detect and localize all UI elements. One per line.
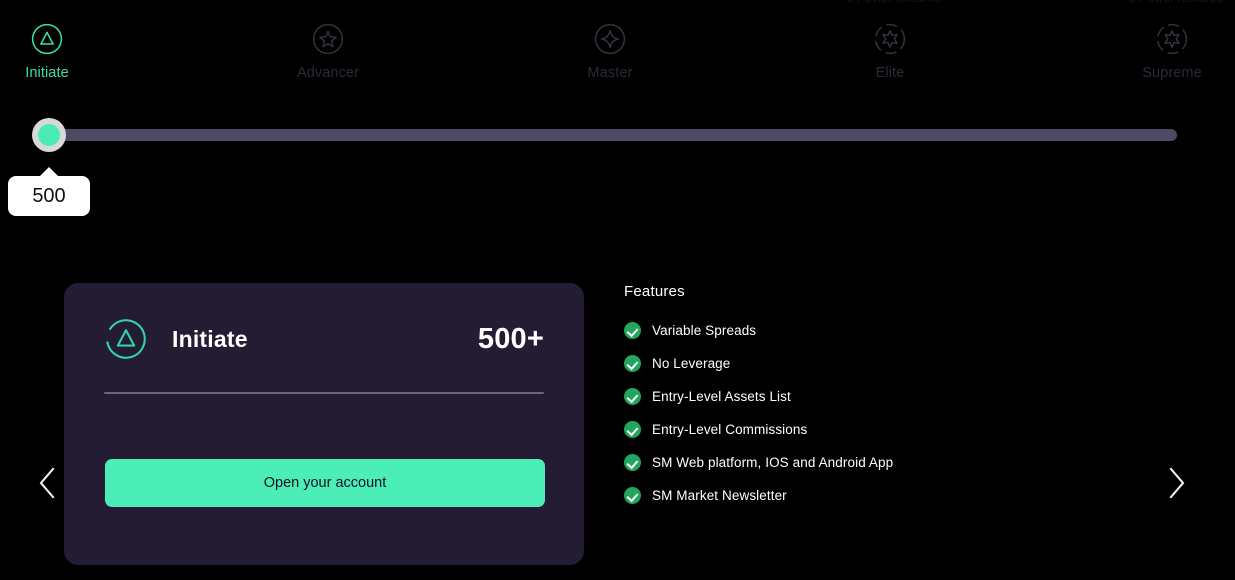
slider-track[interactable] [49,129,1177,141]
feature-label: No Leverage [652,356,731,371]
tier-label: Supreme [1142,65,1202,81]
slider-thumb[interactable] [32,118,66,152]
six-star-in-dashed-circle-icon [873,22,907,56]
slider-value-tooltip: 500 [8,167,90,216]
feature-row: Entry-Level Commissions [624,413,1144,446]
plan-name: Initiate [172,325,248,352]
open-account-button[interactable]: Open your account [105,459,545,507]
tier-power-note-supreme: +8 Power features [1042,0,1235,5]
chevron-left-icon[interactable] [26,460,70,506]
check-circle-icon [624,487,641,504]
plan-card: Initiate 500+ [64,283,584,565]
triangle-in-circle-icon [30,22,64,56]
feature-label: SM Web platform, IOS and Android App [652,455,894,470]
tier-item-supreme[interactable]: Supreme [1092,22,1235,81]
tier-label: Elite [875,65,905,81]
check-circle-icon [624,388,641,405]
feature-row: SM Market Newsletter [624,479,1144,512]
tier-item-advancer[interactable]: Advancer [248,22,408,81]
feature-label: Variable Spreads [652,323,757,338]
feature-row: No Leverage [624,347,1144,380]
check-circle-icon [624,322,641,339]
diamond-in-circle-icon [593,22,627,56]
check-circle-icon [624,454,641,471]
plan-divider [104,392,544,394]
features-title: Features [624,283,685,300]
features-panel: Features Variable Spreads No Leverage Entr… [624,283,1144,512]
triangle-in-circle-icon [104,317,148,361]
feature-label: SM Market Newsletter [652,488,787,503]
feature-label: Entry-Level Assets List [652,389,791,404]
tier-label: Master [587,65,633,81]
star-in-circle-icon [311,22,345,56]
feature-row: SM Web platform, IOS and Android App [624,446,1144,479]
tier-power-note-elite: +6 Power features [760,0,1020,5]
tier-item-elite[interactable]: Elite [810,22,970,81]
tier-label: Initiate [25,65,69,81]
check-circle-icon [624,421,641,438]
tier-label: Advancer [296,65,360,81]
feature-label: Entry-Level Commissions [652,422,808,437]
tier-header-row: Initiate Advancer Master +6 Power features E… [0,0,1235,92]
feature-row: Variable Spreads [624,314,1144,347]
plan-selector-screen: Initiate Advancer Master +6 Power features E… [0,0,1235,580]
chevron-right-icon[interactable] [1154,460,1198,506]
six-star-in-dashed-circle-icon [1155,22,1189,56]
tier-item-master[interactable]: Master [530,22,690,81]
check-circle-icon [624,355,641,372]
features-list: Variable Spreads No Leverage Entry-Level A… [624,314,1144,512]
feature-row: Entry-Level Assets List [624,380,1144,413]
plan-card-header: Initiate 500+ [104,305,544,373]
tier-item-initiate[interactable]: Initiate [0,22,127,81]
deposit-slider[interactable]: 500 [0,110,1235,220]
plan-amount: 500+ [477,322,544,355]
